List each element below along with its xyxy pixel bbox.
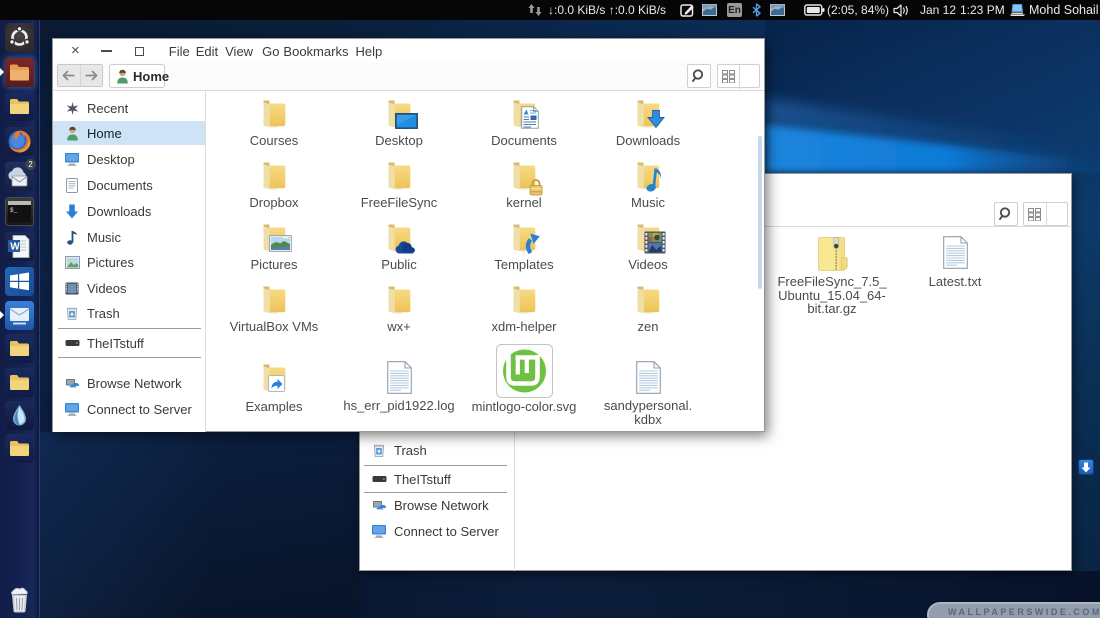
svg-text:$_: $_	[10, 207, 18, 214]
svg-text:W: W	[10, 242, 20, 253]
